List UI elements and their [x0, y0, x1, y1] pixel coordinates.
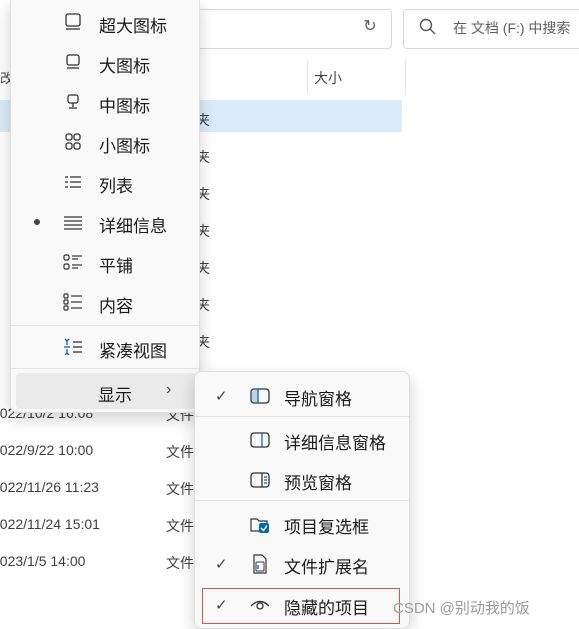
column-divider[interactable]	[405, 60, 406, 94]
row-date: 2022/9/22 10:00	[0, 442, 94, 458]
menu-item-medium-icons[interactable]: 中图标	[11, 84, 199, 120]
menu-item-show-label: 显示	[98, 386, 132, 405]
extra-large-icons-icon	[65, 13, 81, 30]
watermark: CSDN @别动我的饭	[393, 600, 530, 617]
tiles-icon	[63, 254, 82, 270]
menu-item-label: 超大图标	[99, 17, 167, 36]
small-icons-icon	[65, 133, 81, 150]
menu-item-label: 平铺	[99, 257, 133, 276]
selected-bullet-icon	[34, 219, 40, 225]
submenu-item-label: 项目复选框	[284, 518, 369, 537]
row-type: 文件	[166, 555, 194, 571]
submenu-item-item-checkboxes[interactable]: 项目复选框	[195, 504, 409, 542]
row-date: 2022/11/26 11:23	[0, 479, 99, 495]
menu-item-details[interactable]: 详细信息	[11, 204, 199, 240]
menu-item-large-icons[interactable]: 大图标	[11, 44, 199, 80]
medium-icons-icon	[67, 94, 79, 109]
details-icon	[64, 216, 82, 230]
menu-item-label: 小图标	[99, 137, 150, 156]
menu-item-label: 详细信息	[99, 217, 167, 236]
view-menu: 超大图标 大图标 中图标 小图标 列表 详细信息 平铺 内容 紧凑视图	[10, 0, 200, 413]
details-pane-icon	[250, 432, 270, 448]
menu-separator	[11, 368, 199, 369]
file-extension-icon	[253, 554, 267, 574]
compact-view-icon	[64, 338, 82, 356]
item-checkbox-icon	[250, 518, 269, 533]
menu-item-label: 中图标	[99, 97, 150, 116]
show-submenu: ✓ 导航窗格 详细信息窗格 预览窗格 项目复选框 ✓ 文件扩展名 ✓ 隐藏的项目	[194, 371, 410, 629]
row-date: 2023/1/5 14:00	[0, 553, 86, 569]
row-type: 文件	[166, 518, 194, 534]
menu-separator	[11, 325, 199, 326]
submenu-item-label: 导航窗格	[284, 390, 352, 409]
row-date: 2022/11/24 15:01	[0, 516, 100, 532]
preview-pane-icon	[250, 472, 270, 488]
menu-item-extra-large-icons[interactable]: 超大图标	[11, 4, 199, 40]
menu-item-small-icons[interactable]: 小图标	[11, 124, 199, 160]
row-type: 文件	[166, 481, 194, 497]
menu-item-label: 紧凑视图	[99, 342, 167, 361]
check-icon: ✓	[215, 556, 228, 573]
column-header-size[interactable]: 大小	[314, 68, 342, 88]
submenu-item-label: 文件扩展名	[284, 558, 369, 577]
check-icon: ✓	[215, 388, 228, 405]
list-icon	[65, 176, 81, 188]
menu-item-content[interactable]: 内容	[11, 284, 199, 320]
chevron-right-icon: ›	[166, 381, 172, 398]
refresh-icon[interactable]: ↻	[358, 15, 382, 39]
menu-item-tiles[interactable]: 平铺	[11, 244, 199, 280]
menu-separator	[195, 500, 409, 501]
submenu-item-preview-pane[interactable]: 预览窗格	[195, 460, 409, 498]
submenu-item-label: 预览窗格	[284, 474, 352, 493]
menu-item-compact-view[interactable]: 紧凑视图	[11, 329, 199, 365]
content-icon	[63, 293, 82, 311]
search-placeholder: 在 文档 (F:) 中搜索	[453, 20, 571, 36]
menu-separator	[195, 416, 409, 417]
submenu-item-file-extensions[interactable]: ✓ 文件扩展名	[195, 544, 409, 582]
menu-item-label: 大图标	[99, 57, 150, 76]
menu-item-list[interactable]: 列表	[11, 164, 199, 200]
submenu-item-details-pane[interactable]: 详细信息窗格	[195, 420, 409, 458]
menu-item-label: 内容	[99, 297, 133, 316]
row-type: 文件	[166, 444, 194, 460]
submenu-item-navigation-pane[interactable]: ✓ 导航窗格	[195, 376, 409, 414]
menu-item-label: 列表	[99, 177, 133, 196]
navigation-pane-icon	[250, 388, 270, 404]
highlight-box	[202, 588, 400, 624]
column-divider[interactable]	[307, 60, 308, 94]
large-icons-icon	[66, 54, 80, 69]
submenu-item-label: 详细信息窗格	[284, 434, 386, 453]
search-icon	[419, 18, 436, 35]
